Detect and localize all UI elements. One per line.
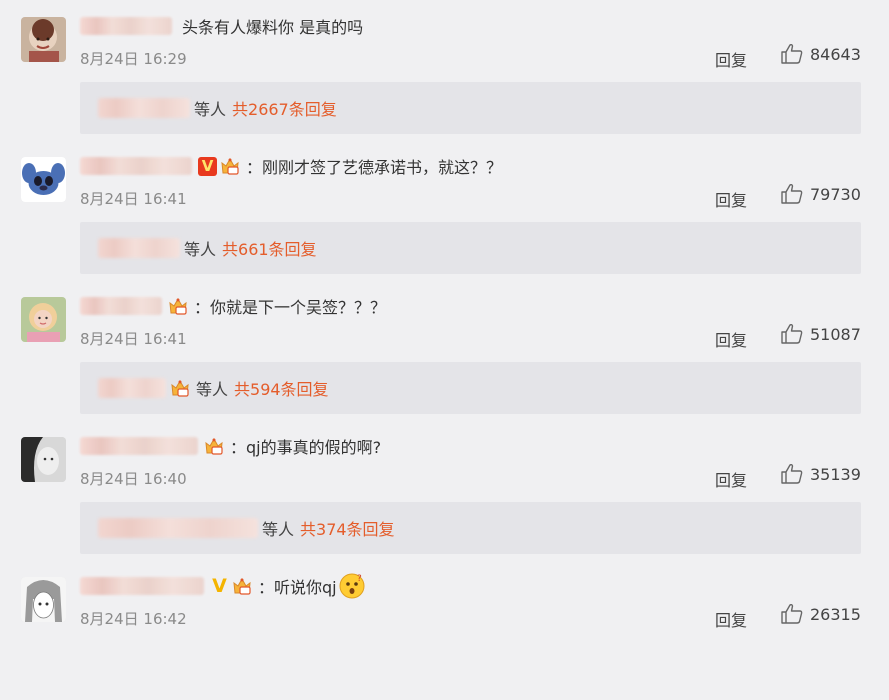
comment-time: 8月24日 16:40	[80, 470, 187, 488]
comment-list: 头条有人爆料你 是真的吗 8月24日 16:29 回复 84643 等人 共26…	[0, 0, 889, 645]
blurred-username	[98, 378, 166, 398]
surprised-emoji-icon: ?	[339, 573, 365, 599]
sub-reply-count-link[interactable]: 共594条回复	[234, 376, 329, 400]
blurred-username[interactable]	[80, 17, 172, 35]
avatar[interactable]	[21, 437, 66, 482]
reply-button[interactable]: 回复	[715, 47, 747, 71]
sub-people-suffix: 等人	[196, 380, 229, 399]
sub-replies-box[interactable]: 等人 共594条回复	[80, 362, 861, 414]
comment-time: 8月24日 16:41	[80, 330, 187, 348]
verified-badge: V	[212, 574, 227, 597]
blurred-username	[98, 98, 190, 118]
sub-people-suffix: 等人	[194, 100, 227, 119]
comment-text: ：刚刚才签了艺德承诺书，就这？？	[246, 158, 503, 177]
avatar[interactable]	[21, 297, 66, 342]
blurred-username	[98, 518, 258, 538]
like-button[interactable]: 51087	[781, 324, 861, 344]
comment-header: 头条有人爆料你 是真的吗	[80, 13, 363, 39]
comment-header: V ：刚刚才签了艺德承诺书，就这？？	[80, 153, 502, 179]
thumbs-up-icon	[781, 604, 803, 624]
comment-item: ：你就是下一个吴签？？？ 8月24日 16:41 回复 51087 等人 共59…	[0, 280, 889, 420]
thumbs-up-icon	[781, 324, 803, 344]
comment-text: ：qj的事真的假的啊?	[230, 438, 382, 457]
comment-text: ：你就是下一个吴签？？？	[194, 298, 387, 317]
vip-crown-icon	[170, 378, 194, 398]
vip-crown-icon	[204, 436, 228, 456]
like-button[interactable]: 84643	[781, 44, 861, 64]
comment-text: 头条有人爆料你 是真的吗	[182, 18, 364, 37]
sub-people-suffix: 等人	[184, 240, 217, 259]
comment-time: 8月24日 16:41	[80, 190, 187, 208]
verified-badge: V	[198, 156, 217, 176]
vip-crown-icon	[232, 576, 256, 596]
reply-button[interactable]: 回复	[715, 187, 747, 211]
blurred-username[interactable]	[80, 157, 192, 175]
svg-text:?: ?	[357, 574, 362, 584]
blurred-username	[98, 238, 180, 258]
blurred-username[interactable]	[80, 577, 204, 595]
comment-time: 8月24日 16:29	[80, 50, 187, 68]
sub-reply-count-link[interactable]: 共374条回复	[300, 516, 395, 540]
comment-header: ：你就是下一个吴签？？？	[80, 293, 386, 319]
like-count: 84643	[810, 44, 861, 64]
comment-header: ：qj的事真的假的啊?	[80, 433, 381, 459]
reply-button[interactable]: 回复	[715, 327, 747, 351]
like-button[interactable]: 26315	[781, 604, 861, 624]
like-count: 79730	[810, 184, 861, 204]
like-button[interactable]: 35139	[781, 464, 861, 484]
comment-header: V ：听说你qj ?	[80, 573, 365, 599]
comment-item: V ：刚刚才签了艺德承诺书，就这？？ 8月24日 16:41 回复 79730 …	[0, 140, 889, 280]
like-count: 35139	[810, 464, 861, 484]
vip-crown-icon	[168, 296, 192, 316]
blurred-username[interactable]	[80, 437, 198, 455]
avatar[interactable]	[21, 17, 66, 62]
reply-button[interactable]: 回复	[715, 607, 747, 631]
comment-item: ：qj的事真的假的啊? 8月24日 16:40 回复 35139 等人 共374…	[0, 420, 889, 560]
avatar[interactable]	[21, 577, 66, 622]
thumbs-up-icon	[781, 44, 803, 64]
like-count: 51087	[810, 324, 861, 344]
comment-text: ：听说你qj	[258, 578, 337, 597]
sub-reply-count-link[interactable]: 共661条回复	[222, 236, 317, 260]
like-button[interactable]: 79730	[781, 184, 861, 204]
vip-crown-icon	[220, 156, 244, 176]
sub-reply-count-link[interactable]: 共2667条回复	[232, 96, 337, 120]
comment-time: 8月24日 16:42	[80, 610, 187, 628]
sub-people-suffix: 等人	[262, 520, 295, 539]
like-count: 26315	[810, 604, 861, 624]
blurred-username[interactable]	[80, 297, 162, 315]
comment-item: V ：听说你qj ? 8月24日 16:42 回复 26315	[0, 560, 889, 700]
sub-replies-box[interactable]: 等人 共661条回复	[80, 222, 861, 274]
sub-replies-box[interactable]: 等人 共2667条回复	[80, 82, 861, 134]
reply-button[interactable]: 回复	[715, 467, 747, 491]
avatar[interactable]	[21, 157, 66, 202]
thumbs-up-icon	[781, 464, 803, 484]
thumbs-up-icon	[781, 184, 803, 204]
comment-item: 头条有人爆料你 是真的吗 8月24日 16:29 回复 84643 等人 共26…	[0, 0, 889, 140]
sub-replies-box[interactable]: 等人 共374条回复	[80, 502, 861, 554]
